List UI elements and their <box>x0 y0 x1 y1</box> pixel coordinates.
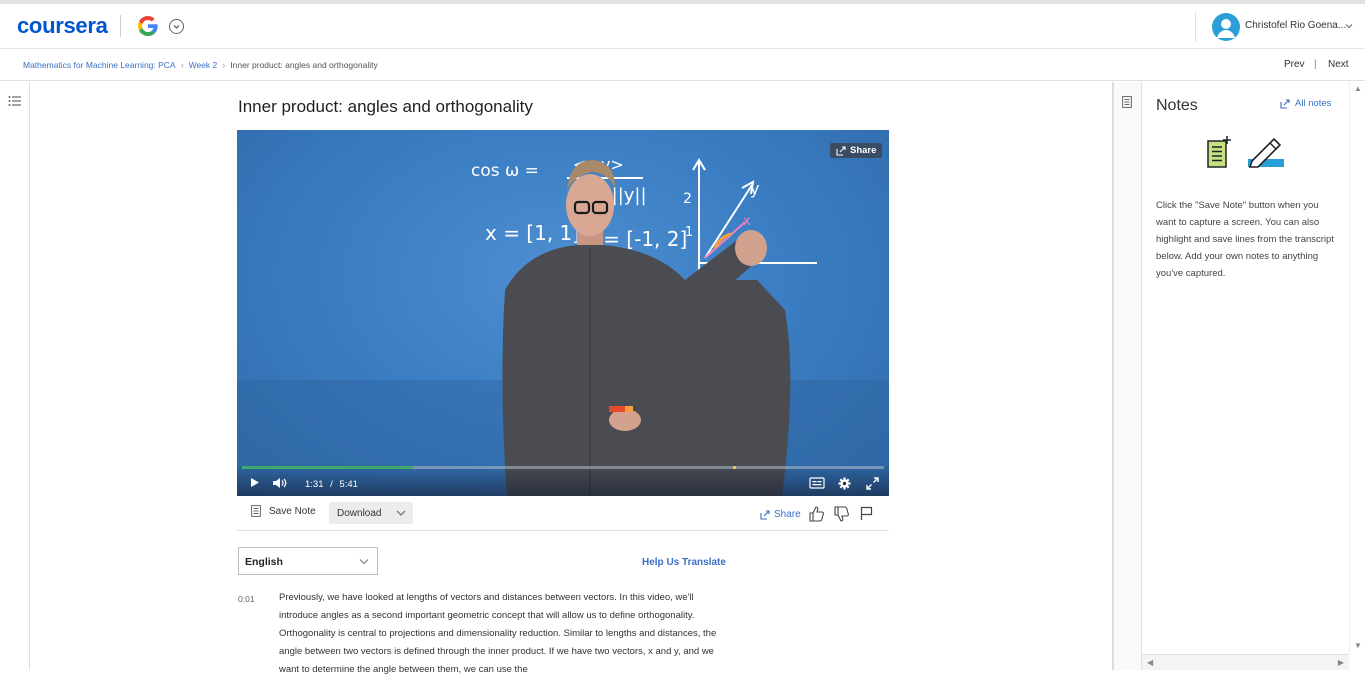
next-button[interactable]: Next <box>1328 59 1349 70</box>
fullscreen-icon[interactable] <box>866 477 879 490</box>
notes-vertical-scrollbar[interactable]: ▲ ▼ <box>1349 82 1365 654</box>
flag-icon[interactable] <box>860 506 873 521</box>
save-note-button[interactable]: Save Note <box>251 505 316 517</box>
settings-gear-icon[interactable] <box>838 477 851 490</box>
breadcrumb-week-link[interactable]: Week 2 <box>189 60 218 70</box>
video-player[interactable]: cos ω = <x,y> ||x|| ||y|| x = [1, 1] y =… <box>237 130 889 496</box>
video-frame: cos ω = <x,y> ||x|| ||y|| x = [1, 1] y =… <box>237 155 889 496</box>
breadcrumb-separator: › <box>180 60 184 70</box>
video-progress-bar[interactable] <box>242 466 884 469</box>
lesson-title: Inner product: angles and orthogonality <box>238 97 533 116</box>
video-share-label: Share <box>850 145 877 156</box>
site-header: coursera Christofel Rio Goena... <box>0 4 1365 49</box>
transcript-timestamp[interactable]: 0:01 <box>238 594 255 604</box>
play-icon[interactable] <box>249 477 260 488</box>
board-tick-2: 2 <box>683 191 692 207</box>
video-progress-marker <box>733 466 737 469</box>
notes-horizontal-scrollbar[interactable]: ◀ ▶ <box>1142 654 1349 670</box>
header-divider <box>1195 12 1196 42</box>
breadcrumb-current: Inner product: angles and orthogonality <box>230 60 378 70</box>
current-time: 1:31 <box>305 479 324 490</box>
share-icon <box>836 145 846 156</box>
user-avatar-icon[interactable] <box>1212 13 1240 41</box>
course-outline-rail <box>0 82 30 670</box>
chevron-down-icon <box>359 559 369 565</box>
presenter <box>502 160 791 496</box>
scroll-up-arrow-icon[interactable]: ▲ <box>1354 84 1362 93</box>
coursera-logo[interactable]: coursera <box>17 13 108 39</box>
scroll-right-arrow-icon[interactable]: ▶ <box>1338 658 1344 667</box>
add-note-icon <box>1207 136 1231 168</box>
duration: 5:41 <box>339 479 358 490</box>
header-divider <box>120 15 121 37</box>
share-link[interactable]: Share <box>760 509 801 520</box>
download-label: Download <box>337 507 382 519</box>
language-selected: English <box>245 556 283 568</box>
note-icon <box>251 505 261 517</box>
notes-toggle-icon[interactable] <box>1122 96 1132 108</box>
prev-button[interactable]: Prev <box>1284 59 1305 70</box>
highlight-pen-icon <box>1248 137 1284 168</box>
time-separator: / <box>330 479 333 490</box>
video-progress-fill <box>242 466 414 469</box>
scroll-left-arrow-icon[interactable]: ◀ <box>1147 658 1153 667</box>
share-link-label: Share <box>774 509 801 520</box>
board-tick-1: 1 <box>685 225 693 240</box>
user-menu-chevron-icon[interactable] <box>1344 21 1354 31</box>
board-formula-lhs: cos ω = <box>471 161 539 181</box>
breadcrumb: Mathematics for Machine Learning: PCA › … <box>23 60 378 70</box>
video-share-button[interactable]: Share <box>830 143 883 158</box>
breadcrumb-separator: › <box>222 60 226 70</box>
notes-help-text: Click the "Save Note" button when you wa… <box>1156 200 1334 279</box>
external-link-icon <box>1280 98 1290 109</box>
volume-icon[interactable] <box>272 477 288 489</box>
download-dropdown[interactable]: Download <box>329 502 413 524</box>
scroll-down-arrow-icon[interactable]: ▼ <box>1354 641 1362 650</box>
board-vector-x: x = [1, 1] <box>485 221 580 245</box>
all-notes-label: All notes <box>1295 98 1332 109</box>
language-select[interactable]: English <box>238 547 378 575</box>
breadcrumb-bar: Mathematics for Machine Learning: PCA › … <box>0 49 1365 81</box>
video-controls: 1:31 / 5:41 <box>237 464 889 496</box>
share-icon <box>760 509 770 520</box>
google-logo-icon[interactable] <box>136 14 160 38</box>
partner-menu-chevron-icon[interactable] <box>169 19 184 34</box>
captions-icon[interactable] <box>809 477 825 489</box>
thumbs-up-icon[interactable] <box>809 506 824 522</box>
save-note-label: Save Note <box>269 505 316 517</box>
thumbs-down-icon[interactable] <box>834 506 849 522</box>
video-time: 1:31 / 5:41 <box>305 479 358 490</box>
notes-rail <box>1114 82 1142 670</box>
help-translate-link[interactable]: Help Us Translate <box>642 557 726 568</box>
user-name[interactable]: Christofel Rio Goena... <box>1245 20 1346 31</box>
notes-panel: Notes All notes Click the "Save Note" bu… <box>1142 82 1349 654</box>
course-outline-list-icon[interactable] <box>8 95 21 107</box>
notes-illustration <box>1207 136 1284 168</box>
transcript-paragraph[interactable]: Previously, we have looked at lengths of… <box>279 589 734 679</box>
chevron-down-icon <box>396 510 406 516</box>
breadcrumb-course-link[interactable]: Mathematics for Machine Learning: PCA <box>23 60 176 70</box>
all-notes-link[interactable]: All notes <box>1280 98 1331 109</box>
prev-next-divider: | <box>1314 59 1317 70</box>
video-toolbar: Save Note Download Share <box>237 497 889 531</box>
notes-title: Notes <box>1156 97 1198 114</box>
